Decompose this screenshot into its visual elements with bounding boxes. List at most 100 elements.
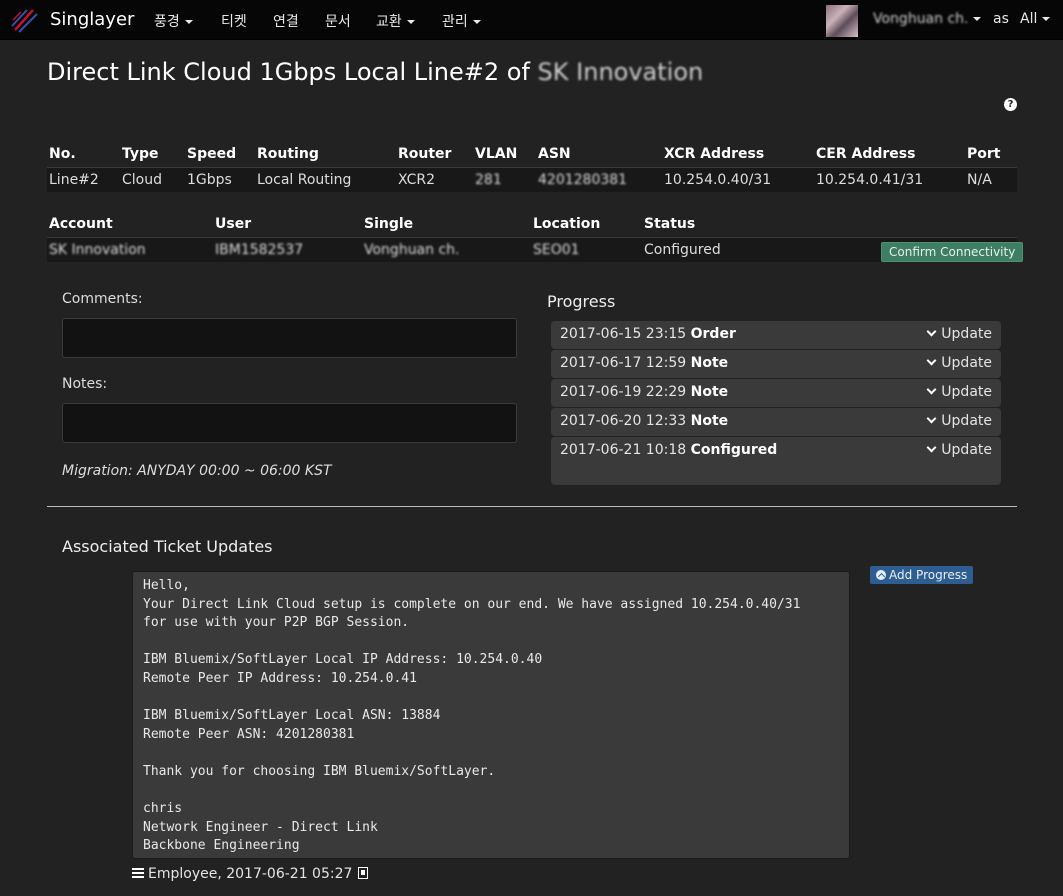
progress-item-date: 2017-06-21 10:18 Configured — [560, 442, 778, 458]
cell-status: Configured — [644, 242, 721, 258]
progress-item[interactable]: 2017-06-20 12:33 Note Update — [551, 408, 1001, 436]
progress-item-date: 2017-06-15 23:15 Order — [560, 326, 736, 342]
nav-menu-landscape[interactable]: 풍경 — [154, 11, 193, 31]
caret-down-icon — [1042, 17, 1051, 21]
scope-menu[interactable]: All — [1020, 11, 1051, 27]
col-header-speed: Speed — [187, 146, 237, 162]
cell-location: SEO01 — [533, 242, 580, 258]
col-header-no: No. — [49, 146, 76, 162]
notes-label: Notes: — [62, 376, 108, 392]
progress-update-toggle[interactable]: Update — [926, 413, 992, 429]
table-row: Line#2 Cloud 1Gbps Local Routing XCR2 28… — [47, 167, 1017, 192]
circle-arrow-up-icon — [876, 570, 886, 580]
cell-no: Line#2 — [49, 172, 99, 188]
associated-ticket-updates-title: Associated Ticket Updates — [62, 537, 273, 556]
progress-item[interactable]: 2017-06-19 22:29 Note Update — [551, 379, 1001, 407]
progress-update-toggle[interactable]: Update — [926, 326, 992, 342]
col-header-router: Router — [398, 146, 452, 162]
caret-down-icon — [973, 17, 982, 21]
progress-item-date: 2017-06-20 12:33 Note — [560, 413, 729, 429]
menu-icon[interactable] — [132, 868, 144, 878]
progress-update-toggle[interactable]: Update — [926, 355, 992, 371]
comments-label: Comments: — [62, 291, 143, 307]
add-progress-label: Add Progress — [889, 568, 968, 582]
add-progress-button[interactable]: Add Progress — [870, 566, 974, 584]
col-header-location: Location — [533, 216, 601, 232]
progress-update-toggle[interactable]: Update — [926, 384, 992, 400]
col-header-account: Account — [49, 216, 113, 232]
progress-update-toggle[interactable]: Update — [926, 442, 992, 458]
ticket-update-body: Hello, Your Direct Link Cloud setup is c… — [132, 571, 850, 859]
user-avatar[interactable] — [826, 5, 858, 37]
confirm-connectivity-button[interactable]: Confirm Connectivity — [881, 242, 1024, 262]
scope-label: All — [1020, 11, 1038, 27]
page-title-account: SK Innovation — [537, 58, 704, 86]
nav-menu-exchange[interactable]: 교환 — [376, 11, 415, 31]
cell-speed: 1Gbps — [187, 172, 232, 188]
col-header-xcr-address: XCR Address — [664, 146, 765, 162]
cell-xcr-address: 10.254.0.40/31 — [664, 172, 772, 188]
nav-menu-admin[interactable]: 관리 — [442, 11, 481, 31]
question-circle-icon[interactable]: ? — [1004, 98, 1017, 111]
chevron-down-icon — [926, 384, 937, 395]
progress-title: Progress — [547, 292, 616, 311]
cell-user: IBM1582537 — [215, 242, 304, 258]
col-header-user: User — [215, 216, 252, 232]
nav-menu-docs-label: 문서 — [325, 14, 351, 30]
comments-field[interactable] — [62, 318, 517, 358]
user-name: Vonghuan ch. — [873, 11, 969, 27]
col-header-type: Type — [122, 146, 159, 162]
nav-menu-connect-label: 연결 — [273, 14, 299, 30]
migration-note: Migration: ANYDAY 00:00 ~ 06:00 KST — [62, 463, 332, 479]
cell-single: Vonghuan ch. — [364, 242, 460, 258]
nav-menu-landscape-label: 풍경 — [154, 14, 180, 30]
user-menu[interactable]: Vonghuan ch. — [873, 11, 982, 27]
nav-menu-docs[interactable]: 문서 — [325, 11, 351, 31]
col-header-port: Port — [967, 146, 1001, 162]
nav-menu-tickets[interactable]: 티켓 — [221, 11, 247, 31]
singlayer-logo-icon[interactable] — [11, 6, 39, 34]
chevron-down-icon — [926, 413, 937, 424]
caret-down-icon — [406, 20, 415, 24]
cell-asn: 4201280381 — [538, 172, 628, 188]
navbar: Singlayer 풍경 티켓 연결 문서 교환 관리 Vonghuan ch.… — [0, 0, 1063, 40]
progress-item[interactable]: 2017-06-21 10:18 Configured Update — [551, 437, 1001, 485]
chevron-down-icon — [926, 355, 937, 366]
section-divider — [47, 506, 1017, 507]
caret-down-icon — [184, 20, 193, 24]
page-title: Direct Link Cloud 1Gbps Local Line#2 of … — [47, 58, 703, 86]
account-table: Account User Single Location Status SK I… — [47, 214, 1024, 262]
as-label: as — [993, 11, 1009, 27]
copy-icon[interactable] — [358, 867, 369, 879]
line-table: No. Type Speed Routing Router VLAN ASN X… — [47, 144, 1017, 192]
cell-vlan: 281 — [475, 172, 502, 188]
page-title-text: Direct Link Cloud 1Gbps Local Line#2 of — [47, 58, 530, 86]
ticket-update-author: Employee, 2017-06-21 05:27 — [148, 866, 353, 882]
col-header-cer-address: CER Address — [816, 146, 916, 162]
col-header-vlan: VLAN — [475, 146, 518, 162]
nav-menu-exchange-label: 교환 — [376, 14, 402, 30]
cell-account: SK Innovation — [49, 242, 146, 258]
chevron-down-icon — [926, 326, 937, 337]
chevron-down-icon — [926, 442, 937, 453]
cell-type: Cloud — [122, 172, 162, 188]
col-header-status: Status — [644, 216, 696, 232]
nav-menu-tickets-label: 티켓 — [221, 14, 247, 30]
brand-name[interactable]: Singlayer — [50, 9, 134, 30]
cell-routing: Local Routing — [257, 172, 352, 188]
notes-field[interactable] — [62, 403, 517, 443]
cell-cer-address: 10.254.0.41/31 — [816, 172, 924, 188]
cell-port: N/A — [967, 172, 992, 188]
progress-item-date: 2017-06-19 22:29 Note — [560, 384, 729, 400]
col-header-single: Single — [364, 216, 414, 232]
progress-item[interactable]: 2017-06-17 12:59 Note Update — [551, 350, 1001, 378]
progress-item-date: 2017-06-17 12:59 Note — [560, 355, 729, 371]
progress-item[interactable]: 2017-06-15 23:15 Order Update — [551, 321, 1001, 349]
nav-menu-admin-label: 관리 — [442, 14, 468, 30]
ticket-update-footer: Employee, 2017-06-21 05:27 — [132, 866, 369, 882]
table-row: SK Innovation IBM1582537 Vonghuan ch. SE… — [47, 237, 1024, 262]
cell-router: XCR2 — [398, 172, 435, 188]
col-header-routing: Routing — [257, 146, 319, 162]
caret-down-icon — [472, 20, 481, 24]
nav-menu-connect[interactable]: 연결 — [273, 11, 299, 31]
